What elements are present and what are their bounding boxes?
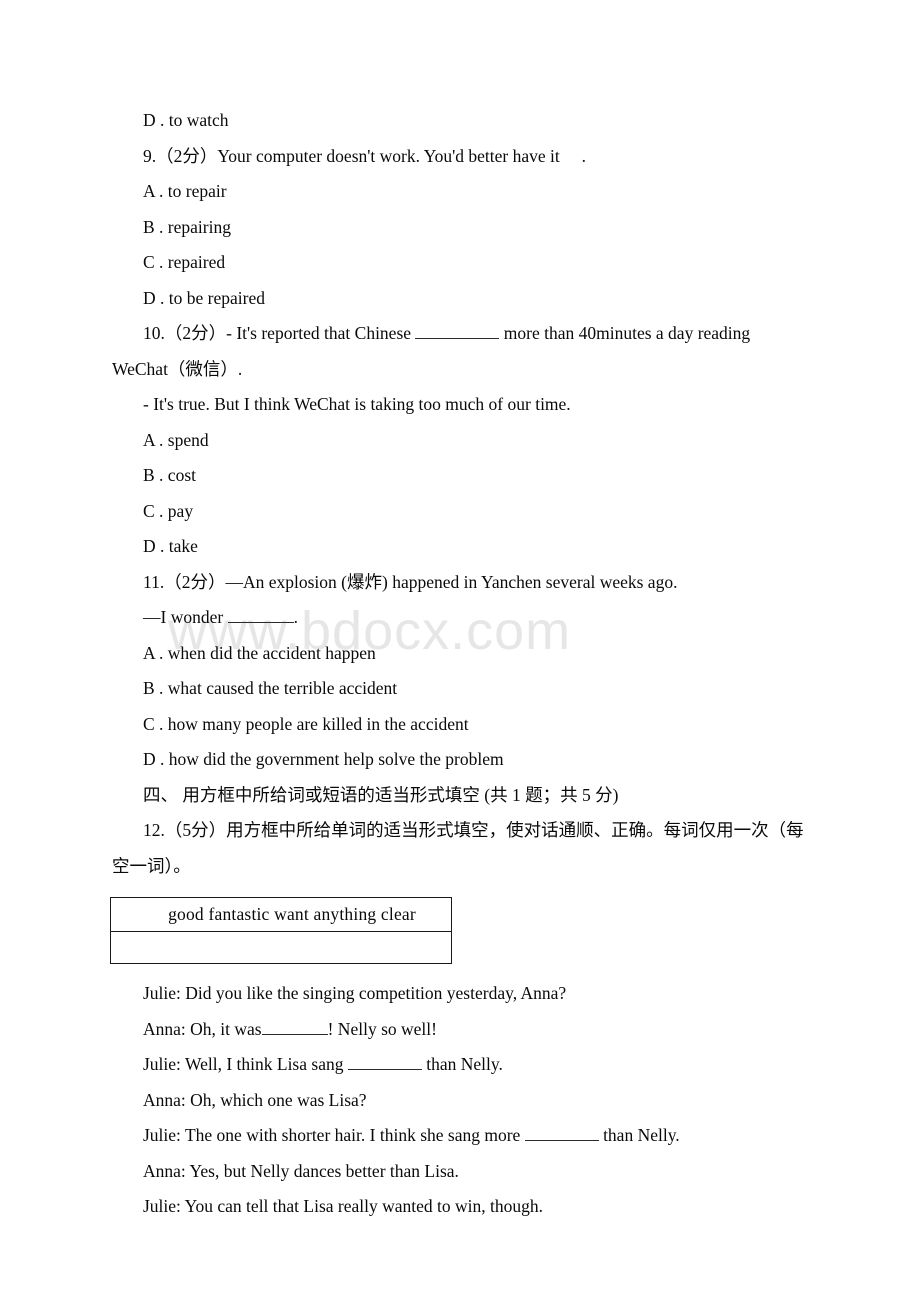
dialogue-line-5-before: Julie: The one with shorter hair. I thin… <box>143 1125 525 1145</box>
word-box-empty-cell <box>110 931 452 964</box>
q10-option-a: A . spend <box>143 429 209 450</box>
dialogue-line-7: Julie: You can tell that Lisa really wan… <box>143 1196 544 1216</box>
document-page: www.bdocx.com D . to watch 9.（2分）Your co… <box>0 0 920 1302</box>
question-11-blank <box>227 607 294 623</box>
document-content: D . to watch 9.（2分）Your computer doesn't… <box>0 0 920 1225</box>
q9-option-c: C . repaired <box>143 252 226 272</box>
q10-option-c: C . pay <box>143 500 194 521</box>
q10-option-d: D . take <box>143 536 198 556</box>
question-10-reply: - It's true. But I think WeChat is takin… <box>143 394 571 414</box>
word-box-row-words: good fantastic want anything clear <box>110 897 452 932</box>
q11-option-c: C . how many people are killed in the ac… <box>143 713 469 734</box>
dialogue-line-3-before: Julie: Well, I think Lisa sang <box>143 1054 348 1074</box>
q11-option-b: B . what caused the terrible accident <box>143 678 398 698</box>
question-10-blank <box>415 323 500 339</box>
dialogue-line-3-blank <box>347 1054 422 1070</box>
q11-option-a: A . when did the accident happen <box>143 642 376 663</box>
word-box-row-empty <box>110 931 452 964</box>
question-10: 10.（2分）- It's reported that Chinese more… <box>0 316 920 387</box>
dialogue-line-5-after: than Nelly. <box>598 1125 680 1145</box>
word-box-words: good fantastic want anything clear <box>110 897 452 932</box>
question-11-reply-before: —I wonder <box>143 607 228 627</box>
question-10-text-before: 10.（2分）- It's reported that Chinese <box>143 323 416 343</box>
question-11-reply: —I wonder . <box>0 600 920 636</box>
dialogue-line-5-blank <box>524 1125 599 1141</box>
question-12-instruction: 12.（5分）用方框中所给单词的适当形式填空，使对话通顺、正确。每词仅用一次（每… <box>112 820 804 876</box>
q9-option-d: D . to be repaired <box>143 287 265 308</box>
dialogue-line-2-before: Anna: Oh, it was <box>143 1018 262 1039</box>
section-four-heading: 四、 用方框中所给词或短语的适当形式填空 (共 1 题；共 5 分) <box>143 784 619 805</box>
dialogue-line-2-after: ! Nelly so well! <box>327 1018 437 1039</box>
question-11: 11.（2分）—An explosion (爆炸) happened in Ya… <box>143 571 678 592</box>
dialogue-line-1: Julie: Did you like the singing competit… <box>143 983 567 1003</box>
q9-option-b: B . repairing <box>143 216 231 237</box>
word-box-table: good fantastic want anything clear <box>110 897 452 964</box>
dialogue-line-6: Anna: Yes, but Nelly dances better than … <box>143 1160 459 1181</box>
dialogue-line-3: Julie: Well, I think Lisa sang than Nell… <box>0 1047 920 1083</box>
dialogue-line-2: Anna: Oh, it was ! Nelly so well! <box>0 1012 920 1048</box>
question-11-reply-after: . <box>293 607 298 627</box>
question-9: 9.（2分）Your computer doesn't work. You'd … <box>143 145 586 166</box>
option-d-to-watch: D . to watch <box>143 110 229 130</box>
dialogue-line-2-blank <box>261 1019 328 1035</box>
dialogue-line-5: Julie: The one with shorter hair. I thin… <box>0 1118 920 1154</box>
q10-option-b: B . cost <box>143 465 196 485</box>
q11-option-d: D . how did the government help solve th… <box>143 749 504 769</box>
dialogue-line-3-after: than Nelly. <box>421 1054 503 1074</box>
dialogue-line-4: Anna: Oh, which one was Lisa? <box>143 1089 367 1110</box>
q9-option-a: A . to repair <box>143 181 227 201</box>
